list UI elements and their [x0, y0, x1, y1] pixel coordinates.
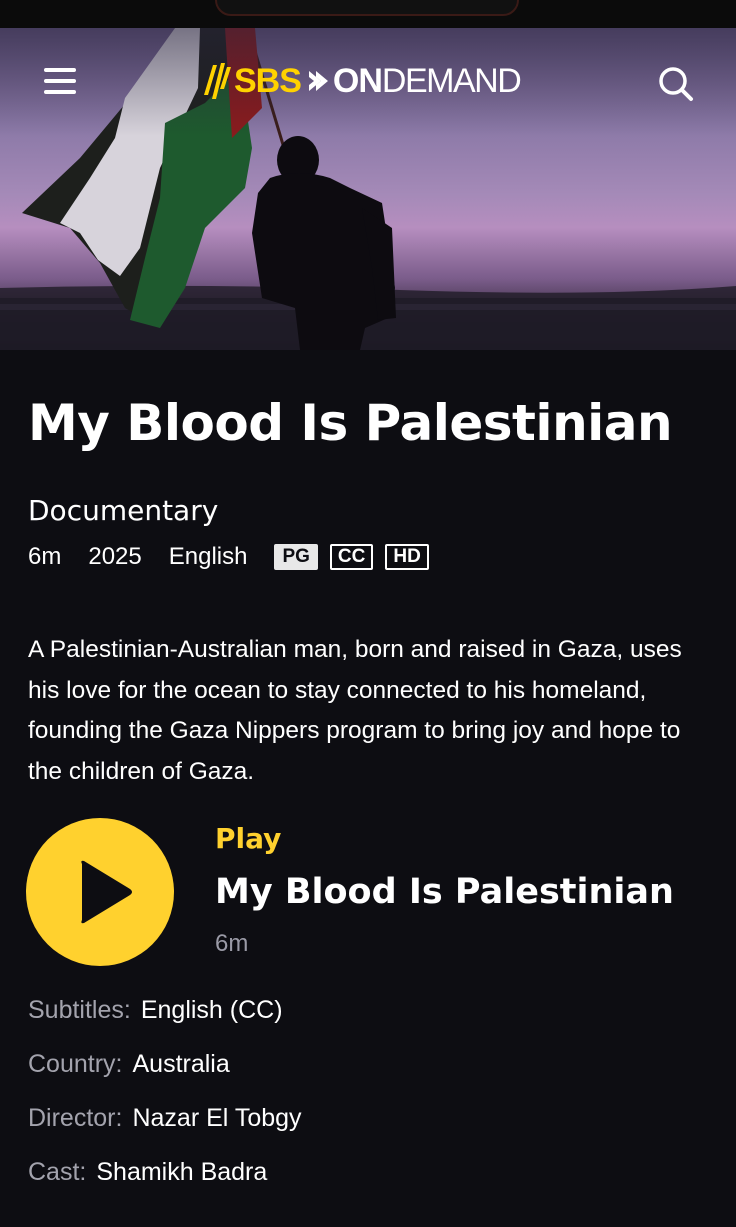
detail-value: Nazar El Tobgy — [132, 1104, 302, 1132]
detail-label: Country: — [28, 1050, 123, 1078]
rating-badge: PG — [274, 544, 318, 570]
detail-cast: Cast: Shamikh Badra — [28, 1158, 267, 1187]
detail-value: Australia — [132, 1050, 230, 1078]
play-icon — [81, 860, 132, 924]
detail-value: Shamikh Badra — [96, 1158, 268, 1186]
episode-title: My Blood Is Palestinian — [215, 872, 674, 912]
detail-director: Director: Nazar El Tobgy — [28, 1104, 302, 1133]
detail-subtitles: Subtitles: English (CC) — [28, 996, 283, 1025]
hd-badge: HD — [385, 544, 429, 570]
detail-label: Cast: — [28, 1158, 87, 1186]
logo-text-demand: DEMAND — [381, 61, 522, 100]
logo-text-sbs: SBS — [234, 61, 302, 100]
episode-duration: 6m — [215, 930, 249, 957]
program-year: 2025 — [88, 543, 142, 570]
logo-text-on: ON — [332, 61, 383, 100]
program-genre: Documentary — [28, 494, 219, 527]
status-bar — [0, 0, 736, 28]
detail-country: Country: Australia — [28, 1050, 230, 1079]
play-button[interactable] — [26, 818, 174, 966]
detail-label: Director: — [28, 1104, 123, 1132]
sbs-logo-mark — [204, 63, 231, 99]
sbs-on-demand-logo[interactable]: SBS ON DEMAND — [200, 58, 522, 104]
play-label[interactable]: Play — [215, 822, 281, 855]
notch — [215, 0, 519, 16]
program-language: English — [168, 543, 248, 570]
detail-value: English (CC) — [140, 996, 283, 1024]
cc-badge: CC — [329, 544, 374, 570]
program-title: My Blood Is Palestinian — [28, 394, 673, 452]
program-duration: 6m — [28, 543, 62, 570]
detail-label: Subtitles: — [28, 996, 131, 1024]
search-icon[interactable] — [656, 64, 696, 104]
hamburger-menu-icon[interactable] — [44, 68, 76, 94]
program-meta: 6m 2025 English PG CC HD — [28, 543, 441, 571]
play-arrow-logo-icon — [308, 71, 328, 91]
program-description: A Palestinian-Australian man, born and r… — [28, 636, 682, 785]
